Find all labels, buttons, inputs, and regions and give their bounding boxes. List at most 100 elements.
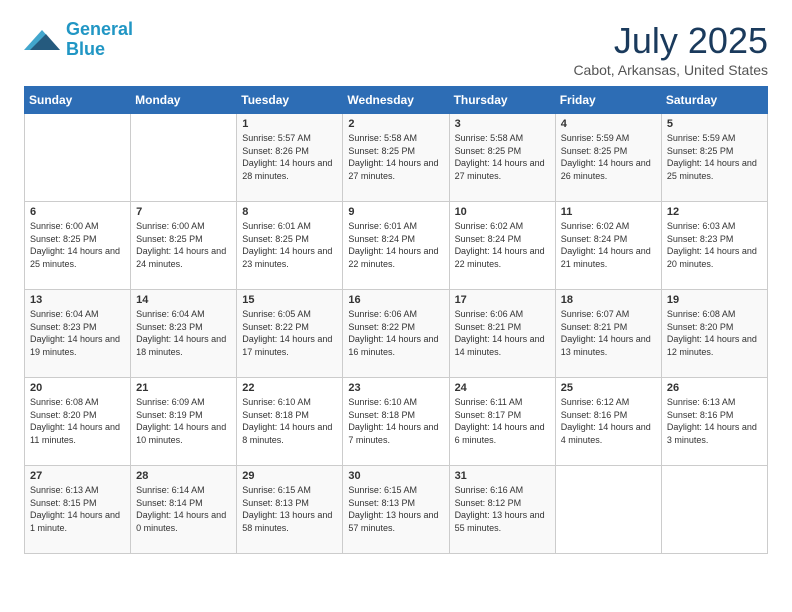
column-header-sunday: Sunday <box>25 87 131 114</box>
calendar-cell: 26 Sunrise: 6:13 AM Sunset: 8:16 PM Dayli… <box>661 378 767 466</box>
day-number: 16 <box>348 294 443 306</box>
cell-info: Sunrise: 6:07 AM Sunset: 8:21 PM Dayligh… <box>561 308 656 358</box>
day-number: 26 <box>667 382 762 394</box>
column-header-saturday: Saturday <box>661 87 767 114</box>
calendar-cell: 4 Sunrise: 5:59 AM Sunset: 8:25 PM Daylig… <box>555 114 661 202</box>
logo-text: General Blue <box>66 20 133 60</box>
cell-info: Sunrise: 6:13 AM Sunset: 8:15 PM Dayligh… <box>30 484 125 534</box>
calendar-cell: 12Sunrise: 6:03 AM Sunset: 8:23 PM Dayli… <box>661 202 767 290</box>
cell-info: Sunrise: 6:14 AM Sunset: 8:14 PM Dayligh… <box>136 484 231 534</box>
day-number: 22 <box>242 382 337 394</box>
cell-info: Sunrise: 6:01 AM Sunset: 8:24 PM Dayligh… <box>348 220 443 270</box>
calendar-cell: 6 Sunrise: 6:00 AM Sunset: 8:25 PM Daylig… <box>25 202 131 290</box>
calendar-cell: 16Sunrise: 6:06 AM Sunset: 8:22 PM Dayli… <box>343 290 449 378</box>
cell-info: Sunrise: 6:02 AM Sunset: 8:24 PM Dayligh… <box>455 220 550 270</box>
day-number: 11 <box>561 206 656 218</box>
cell-info: Sunrise: 6:15 AM Sunset: 8:13 PM Dayligh… <box>242 484 337 534</box>
cell-info: Sunrise: 6:08 AM Sunset: 8:20 PM Dayligh… <box>667 308 762 358</box>
day-number: 17 <box>455 294 550 306</box>
calendar-cell: 21Sunrise: 6:09 AM Sunset: 8:19 PM Dayli… <box>131 378 237 466</box>
day-number: 23 <box>348 382 443 394</box>
title-block: July 2025 Cabot, Arkansas, United States <box>573 20 768 78</box>
calendar-cell: 8Sunrise: 6:01 AM Sunset: 8:25 PM Daylig… <box>237 202 343 290</box>
cell-info: Sunrise: 6:00 AM Sunset: 8:25 PM Dayligh… <box>30 220 125 270</box>
cell-info: Sunrise: 6:10 AM Sunset: 8:18 PM Dayligh… <box>348 396 443 446</box>
cell-info: Sunrise: 5:59 AM Sunset: 8:25 PM Dayligh… <box>561 132 656 182</box>
day-number: 4 <box>561 118 656 130</box>
day-number: 15 <box>242 294 337 306</box>
calendar-cell: 11 Sunrise: 6:02 AM Sunset: 8:24 PM Dayli… <box>555 202 661 290</box>
calendar-cell: 14Sunrise: 6:04 AM Sunset: 8:23 PM Dayli… <box>131 290 237 378</box>
calendar-cell: 19 Sunrise: 6:08 AM Sunset: 8:20 PM Dayli… <box>661 290 767 378</box>
calendar-cell <box>661 466 767 554</box>
cell-info: Sunrise: 6:15 AM Sunset: 8:13 PM Dayligh… <box>348 484 443 534</box>
calendar-cell: 18 Sunrise: 6:07 AM Sunset: 8:21 PM Dayli… <box>555 290 661 378</box>
column-header-wednesday: Wednesday <box>343 87 449 114</box>
week-row-3: 13 Sunrise: 6:04 AM Sunset: 8:23 PM Dayli… <box>25 290 768 378</box>
day-number: 3 <box>455 118 550 130</box>
day-number: 28 <box>136 470 231 482</box>
calendar-cell: 7Sunrise: 6:00 AM Sunset: 8:25 PM Daylig… <box>131 202 237 290</box>
calendar-cell: 13 Sunrise: 6:04 AM Sunset: 8:23 PM Dayli… <box>25 290 131 378</box>
calendar-cell: 22 Sunrise: 6:10 AM Sunset: 8:18 PM Dayli… <box>237 378 343 466</box>
calendar-cell: 24 Sunrise: 6:11 AM Sunset: 8:17 PM Dayli… <box>449 378 555 466</box>
cell-info: Sunrise: 6:12 AM Sunset: 8:16 PM Dayligh… <box>561 396 656 446</box>
day-number: 7 <box>136 206 231 218</box>
calendar-cell <box>25 114 131 202</box>
week-row-2: 6 Sunrise: 6:00 AM Sunset: 8:25 PM Daylig… <box>25 202 768 290</box>
logo: General Blue <box>24 20 133 60</box>
cell-info: Sunrise: 5:58 AM Sunset: 8:25 PM Dayligh… <box>348 132 443 182</box>
day-number: 25 <box>561 382 656 394</box>
day-number: 18 <box>561 294 656 306</box>
cell-info: Sunrise: 5:59 AM Sunset: 8:25 PM Dayligh… <box>667 132 762 182</box>
calendar-cell: 25 Sunrise: 6:12 AM Sunset: 8:16 PM Dayli… <box>555 378 661 466</box>
day-number: 10 <box>455 206 550 218</box>
cell-info: Sunrise: 6:10 AM Sunset: 8:18 PM Dayligh… <box>242 396 337 446</box>
cell-info: Sunrise: 6:13 AM Sunset: 8:16 PM Dayligh… <box>667 396 762 446</box>
day-number: 13 <box>30 294 125 306</box>
day-number: 6 <box>30 206 125 218</box>
day-number: 8 <box>242 206 337 218</box>
day-number: 20 <box>30 382 125 394</box>
calendar-cell: 9 Sunrise: 6:01 AM Sunset: 8:24 PM Daylig… <box>343 202 449 290</box>
cell-info: Sunrise: 6:02 AM Sunset: 8:24 PM Dayligh… <box>561 220 656 270</box>
day-number: 2 <box>348 118 443 130</box>
day-number: 14 <box>136 294 231 306</box>
day-number: 27 <box>30 470 125 482</box>
cell-info: Sunrise: 6:11 AM Sunset: 8:17 PM Dayligh… <box>455 396 550 446</box>
calendar-cell: 29 Sunrise: 6:15 AM Sunset: 8:13 PM Dayli… <box>237 466 343 554</box>
calendar-cell: 20 Sunrise: 6:08 AM Sunset: 8:20 PM Dayli… <box>25 378 131 466</box>
day-number: 21 <box>136 382 231 394</box>
cell-info: Sunrise: 6:03 AM Sunset: 8:23 PM Dayligh… <box>667 220 762 270</box>
cell-info: Sunrise: 6:04 AM Sunset: 8:23 PM Dayligh… <box>30 308 125 358</box>
calendar-cell: 15 Sunrise: 6:05 AM Sunset: 8:22 PM Dayli… <box>237 290 343 378</box>
column-header-thursday: Thursday <box>449 87 555 114</box>
header-row: SundayMondayTuesdayWednesdayThursdayFrid… <box>25 87 768 114</box>
cell-info: Sunrise: 6:05 AM Sunset: 8:22 PM Dayligh… <box>242 308 337 358</box>
day-number: 24 <box>455 382 550 394</box>
calendar-table: SundayMondayTuesdayWednesdayThursdayFrid… <box>24 86 768 554</box>
logo-line2: Blue <box>66 39 105 59</box>
page-header: General Blue July 2025 Cabot, Arkansas, … <box>24 20 768 78</box>
cell-info: Sunrise: 6:06 AM Sunset: 8:21 PM Dayligh… <box>455 308 550 358</box>
calendar-cell: 17 Sunrise: 6:06 AM Sunset: 8:21 PM Dayli… <box>449 290 555 378</box>
day-number: 30 <box>348 470 443 482</box>
column-header-friday: Friday <box>555 87 661 114</box>
day-number: 1 <box>242 118 337 130</box>
calendar-cell: 10 Sunrise: 6:02 AM Sunset: 8:24 PM Dayli… <box>449 202 555 290</box>
day-number: 9 <box>348 206 443 218</box>
calendar-cell: 31Sunrise: 6:16 AM Sunset: 8:12 PM Dayli… <box>449 466 555 554</box>
calendar-cell <box>555 466 661 554</box>
calendar-cell: 2 Sunrise: 5:58 AM Sunset: 8:25 PM Daylig… <box>343 114 449 202</box>
logo-line1: General <box>66 19 133 39</box>
column-header-monday: Monday <box>131 87 237 114</box>
cell-info: Sunrise: 6:08 AM Sunset: 8:20 PM Dayligh… <box>30 396 125 446</box>
day-number: 29 <box>242 470 337 482</box>
day-number: 19 <box>667 294 762 306</box>
column-header-tuesday: Tuesday <box>237 87 343 114</box>
cell-info: Sunrise: 5:58 AM Sunset: 8:25 PM Dayligh… <box>455 132 550 182</box>
calendar-cell: 5Sunrise: 5:59 AM Sunset: 8:25 PM Daylig… <box>661 114 767 202</box>
calendar-cell: 27 Sunrise: 6:13 AM Sunset: 8:15 PM Dayli… <box>25 466 131 554</box>
logo-icon <box>24 26 60 54</box>
week-row-4: 20 Sunrise: 6:08 AM Sunset: 8:20 PM Dayli… <box>25 378 768 466</box>
